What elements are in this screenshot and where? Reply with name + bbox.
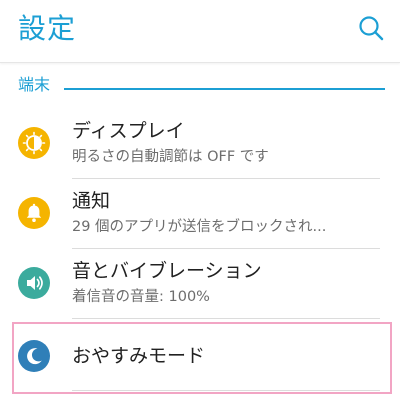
brightness-icon (18, 127, 50, 159)
search-button[interactable] (356, 14, 386, 44)
settings-item-notifications[interactable]: 通知 29 個のアプリが送信をブロックされ... (0, 182, 400, 248)
settings-item-subtitle: 29 個のアプリが送信をブロックされ... (72, 219, 327, 235)
section-header-device: 端末 (18, 74, 385, 96)
settings-item-title: 音とバイブレーション (72, 260, 262, 282)
settings-item-title: ディスプレイ (72, 120, 185, 142)
section-divider (64, 88, 385, 90)
search-icon (359, 16, 384, 41)
section-label: 端末 (18, 75, 51, 94)
divider (72, 390, 380, 391)
speaker-icon (18, 267, 50, 299)
settings-item-subtitle: 着信音の音量: 100% (72, 289, 210, 305)
moon-icon (18, 340, 50, 372)
app-bar: 設定 (0, 0, 400, 63)
settings-item-title: 通知 (72, 190, 111, 212)
settings-screen: 設定 端末 ディスプレイ 明るさの自動調節は OFF です 通知 29 個のアプ… (0, 0, 400, 407)
divider (72, 178, 380, 179)
settings-item-sound-vibration[interactable]: 音とバイブレーション 着信音の音量: 100% (0, 252, 400, 318)
page-title: 設定 (18, 12, 77, 45)
divider (72, 318, 380, 319)
settings-item-display[interactable]: ディスプレイ 明るさの自動調節は OFF です (0, 112, 400, 178)
settings-item-subtitle: 明るさの自動調節は OFF です (72, 149, 269, 165)
settings-item-do-not-disturb[interactable]: おやすみモード (0, 322, 400, 392)
bell-icon (18, 197, 50, 229)
divider (72, 248, 380, 249)
settings-item-title: おやすみモード (72, 345, 206, 367)
